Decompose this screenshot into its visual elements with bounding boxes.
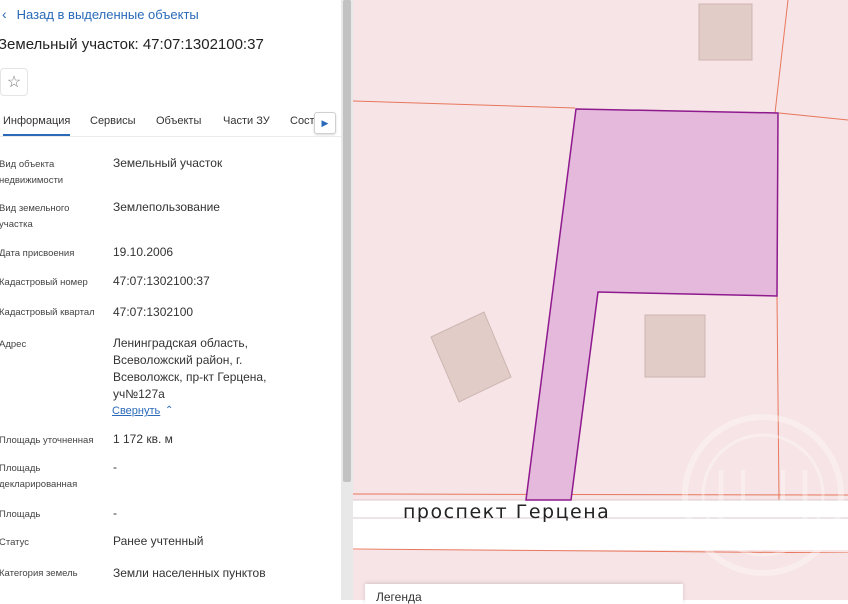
legend-panel[interactable]: Легенда (365, 584, 683, 604)
tab-composition[interactable]: Сост (290, 115, 315, 127)
tab-info[interactable]: Информация (3, 115, 71, 136)
tabs-next-button[interactable]: ▶ (314, 112, 336, 134)
prop-label: Кадастровый номер (0, 277, 88, 288)
prop-value: Земли населенных пунктов (113, 566, 266, 580)
chevron-up-icon: ⌃ (165, 405, 174, 416)
prop-label: Категория земель (0, 568, 78, 579)
prop-label: Площадь уточненная (0, 435, 94, 446)
scrollbar-thumb[interactable] (343, 0, 351, 482)
map-view[interactable]: проспект Герцена (353, 0, 848, 600)
address-value: Ленинградская область, Всеволожский райо… (113, 336, 267, 401)
chevron-right-icon: ▶ (321, 117, 329, 128)
back-link[interactable]: ‹ Назад в выделенные объекты (2, 6, 199, 22)
prop-label: Дата присвоения (0, 248, 75, 259)
tab-parts[interactable]: Части ЗУ (223, 115, 270, 127)
map-canvas[interactable]: проспект Герцена (353, 0, 848, 600)
panel-scrollbar[interactable] (341, 0, 353, 600)
tab-bar: Информация Сервисы Объекты Части ЗУ Сост (0, 108, 341, 137)
prop-label: Статус (0, 537, 30, 548)
prop-label: Площадь декларированная (0, 463, 78, 490)
back-label: Назад в выделенные объекты (16, 6, 199, 22)
info-panel: ‹ Назад в выделенные объекты Земельный у… (0, 0, 341, 600)
legend-title: Легенда (376, 590, 422, 604)
chevron-left-icon: ‹ (2, 6, 7, 22)
prop-value: - (113, 460, 117, 474)
prop-label: Кадастровый квартал (0, 307, 95, 318)
prop-value: Ранее учтенный (113, 534, 204, 548)
page-title: Земельный участок: 47:07:1302100:37 (0, 36, 264, 53)
prop-value: 1 172 кв. м (113, 432, 173, 446)
prop-label: Площадь (0, 509, 41, 520)
tab-services[interactable]: Сервисы (90, 115, 136, 127)
building (644, 314, 706, 378)
collapse-address-link[interactable]: Свернуть (112, 405, 160, 417)
star-icon: ☆ (6, 74, 22, 91)
prop-label: Вид земельного участка (0, 203, 70, 230)
prop-value: Земельный участок (113, 156, 223, 170)
prop-value: 47:07:1302100:37 (113, 274, 210, 288)
street-label: проспект Герцена (403, 501, 610, 523)
favorite-button[interactable]: ☆ (0, 68, 28, 96)
prop-value: 47:07:1302100 (113, 305, 194, 319)
building (698, 3, 753, 61)
prop-value: 19.10.2006 (113, 245, 174, 259)
tab-objects[interactable]: Объекты (156, 115, 201, 127)
prop-value: Землепользование (113, 200, 220, 214)
prop-label: Вид объекта недвижимости (0, 159, 64, 186)
prop-value: - (113, 506, 117, 520)
prop-label: Адрес (0, 339, 27, 350)
